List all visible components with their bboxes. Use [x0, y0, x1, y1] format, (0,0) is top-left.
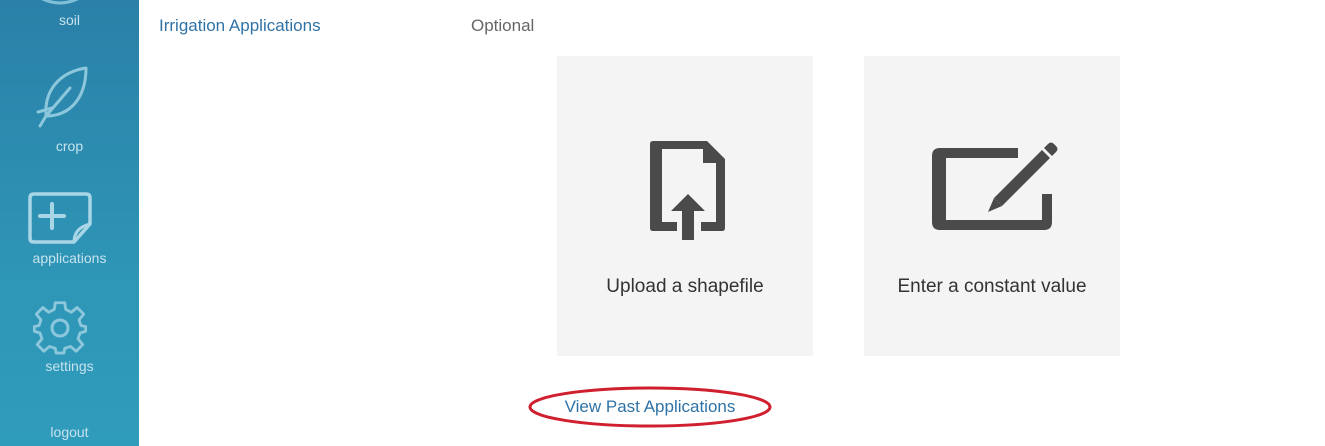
constant-value-label: Enter a constant value: [897, 276, 1087, 297]
view-past-applications-link[interactable]: View Past Applications: [528, 397, 772, 417]
gear-icon: [32, 301, 88, 355]
section-title[interactable]: Irrigation Applications: [159, 16, 321, 36]
sidebar-item-label: applications: [32, 250, 107, 266]
sidebar-item-label: crop: [55, 138, 84, 154]
logout-label: logout: [50, 424, 89, 440]
sidebar-item-soil[interactable]: soil: [0, 0, 139, 28]
edit-icon: [932, 142, 1058, 230]
past-applications-highlight: View Past Applications: [528, 385, 772, 429]
sidebar-item-settings[interactable]: settings: [0, 300, 139, 374]
leaf-icon: [36, 66, 88, 128]
upload-shapefile-card[interactable]: Upload a shapefile: [557, 56, 813, 356]
sidebar-item-label: soil: [58, 12, 80, 28]
logout-button[interactable]: logout: [0, 424, 139, 440]
sidebar-item-crop[interactable]: crop: [0, 64, 139, 154]
upload-shapefile-label: Upload a shapefile: [606, 276, 764, 297]
upload-file-icon: [650, 141, 725, 240]
sidebar-item-applications[interactable]: applications: [0, 190, 139, 266]
constant-value-card[interactable]: Enter a constant value: [864, 56, 1120, 356]
sidebar-item-label: settings: [45, 358, 94, 374]
soil-icon: [41, 0, 79, 5]
add-note-icon: [28, 192, 92, 244]
sidebar: soil crop applications settings logout: [0, 0, 139, 446]
optional-label: Optional: [471, 16, 535, 35]
